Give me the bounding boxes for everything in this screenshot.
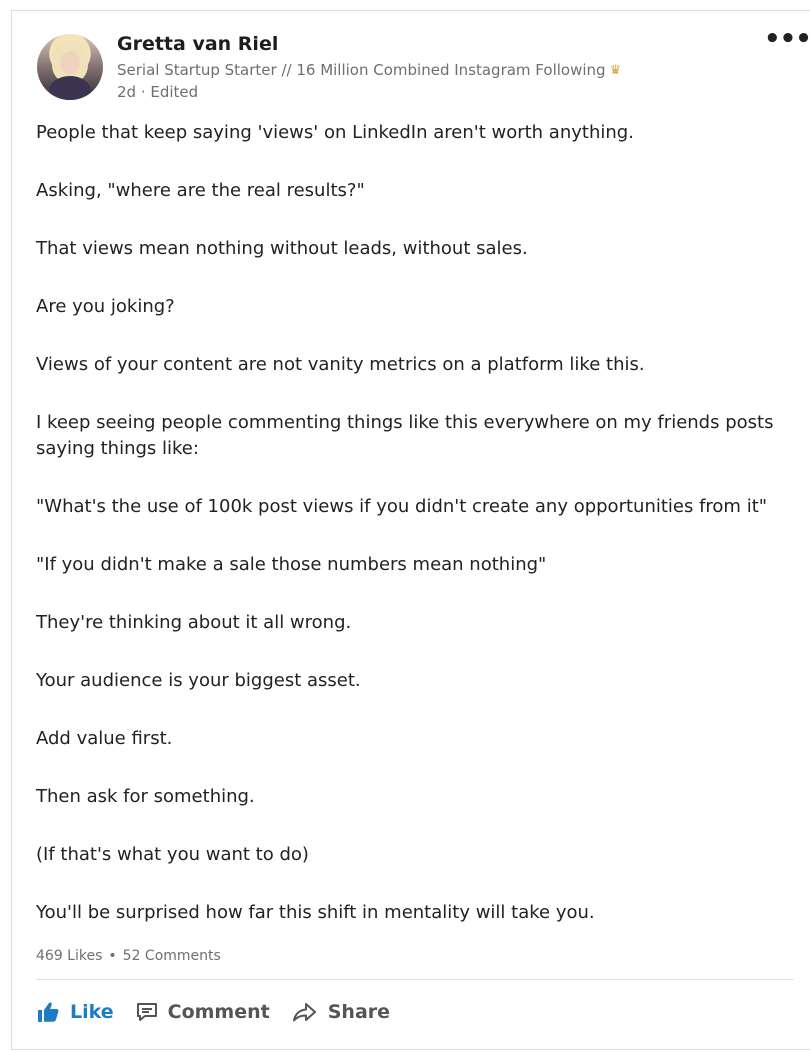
- share-label: Share: [327, 1001, 391, 1023]
- post-paragraph: "What's the use of 100k post views if yo…: [36, 496, 768, 517]
- like-label: Like: [70, 1001, 114, 1023]
- post-card: Gretta van Riel Serial Startup Starter /…: [11, 10, 810, 1050]
- thumbs-up-icon: [38, 1002, 59, 1022]
- post-paragraph: "If you didn't make a sale those numbers…: [36, 554, 547, 575]
- social-counts: 469 Likes • 52 Comments: [36, 948, 221, 964]
- share-button[interactable]: Share: [292, 1001, 390, 1023]
- comment-icon: [136, 1003, 157, 1021]
- author-headline: Serial Startup Starter // 16 Million Com…: [117, 61, 621, 79]
- comment-button[interactable]: Comment: [136, 1001, 270, 1023]
- avatar-face: [60, 51, 80, 75]
- post-paragraph: People that keep saying 'views' on Linke…: [36, 122, 634, 143]
- post-paragraph: Your audience is your biggest asset.: [36, 670, 361, 691]
- share-arrow-icon: [292, 1003, 316, 1022]
- comment-label: Comment: [167, 1001, 270, 1023]
- post-paragraph: Asking, "where are the real results?": [36, 180, 365, 201]
- post-paragraph: They're thinking about it all wrong.: [36, 612, 352, 633]
- crown-emoji-icon: ♛: [609, 63, 622, 78]
- post-timestamp: 2d · Edited: [117, 83, 199, 101]
- stats-separator: •: [108, 948, 117, 964]
- more-options-icon[interactable]: •••: [764, 26, 810, 52]
- author-headline-text: Serial Startup Starter // 16 Million Com…: [117, 61, 606, 79]
- action-bar: Like Comment Share: [36, 998, 412, 1026]
- avatar-body: [49, 76, 91, 100]
- comments-count[interactable]: 52 Comments: [123, 948, 221, 964]
- like-button[interactable]: Like: [36, 1001, 114, 1023]
- post-paragraph: Add value first.: [36, 728, 173, 749]
- post-paragraph: Views of your content are not vanity met…: [36, 354, 645, 375]
- post-paragraph: Are you joking?: [36, 296, 175, 317]
- post-paragraph: That views mean nothing without leads, w…: [36, 238, 528, 259]
- post-paragraph: Then ask for something.: [36, 786, 255, 807]
- post-paragraph: I keep seeing people commenting things l…: [36, 412, 774, 459]
- likes-count[interactable]: 469 Likes: [36, 948, 102, 964]
- author-name[interactable]: Gretta van Riel: [117, 33, 278, 55]
- actions-divider: [36, 979, 794, 980]
- post-body: People that keep saying 'views' on Linke…: [36, 120, 796, 958]
- author-avatar[interactable]: [37, 34, 103, 100]
- post-paragraph: (If that's what you want to do): [36, 844, 309, 865]
- post-paragraph: You'll be surprised how far this shift i…: [36, 902, 595, 923]
